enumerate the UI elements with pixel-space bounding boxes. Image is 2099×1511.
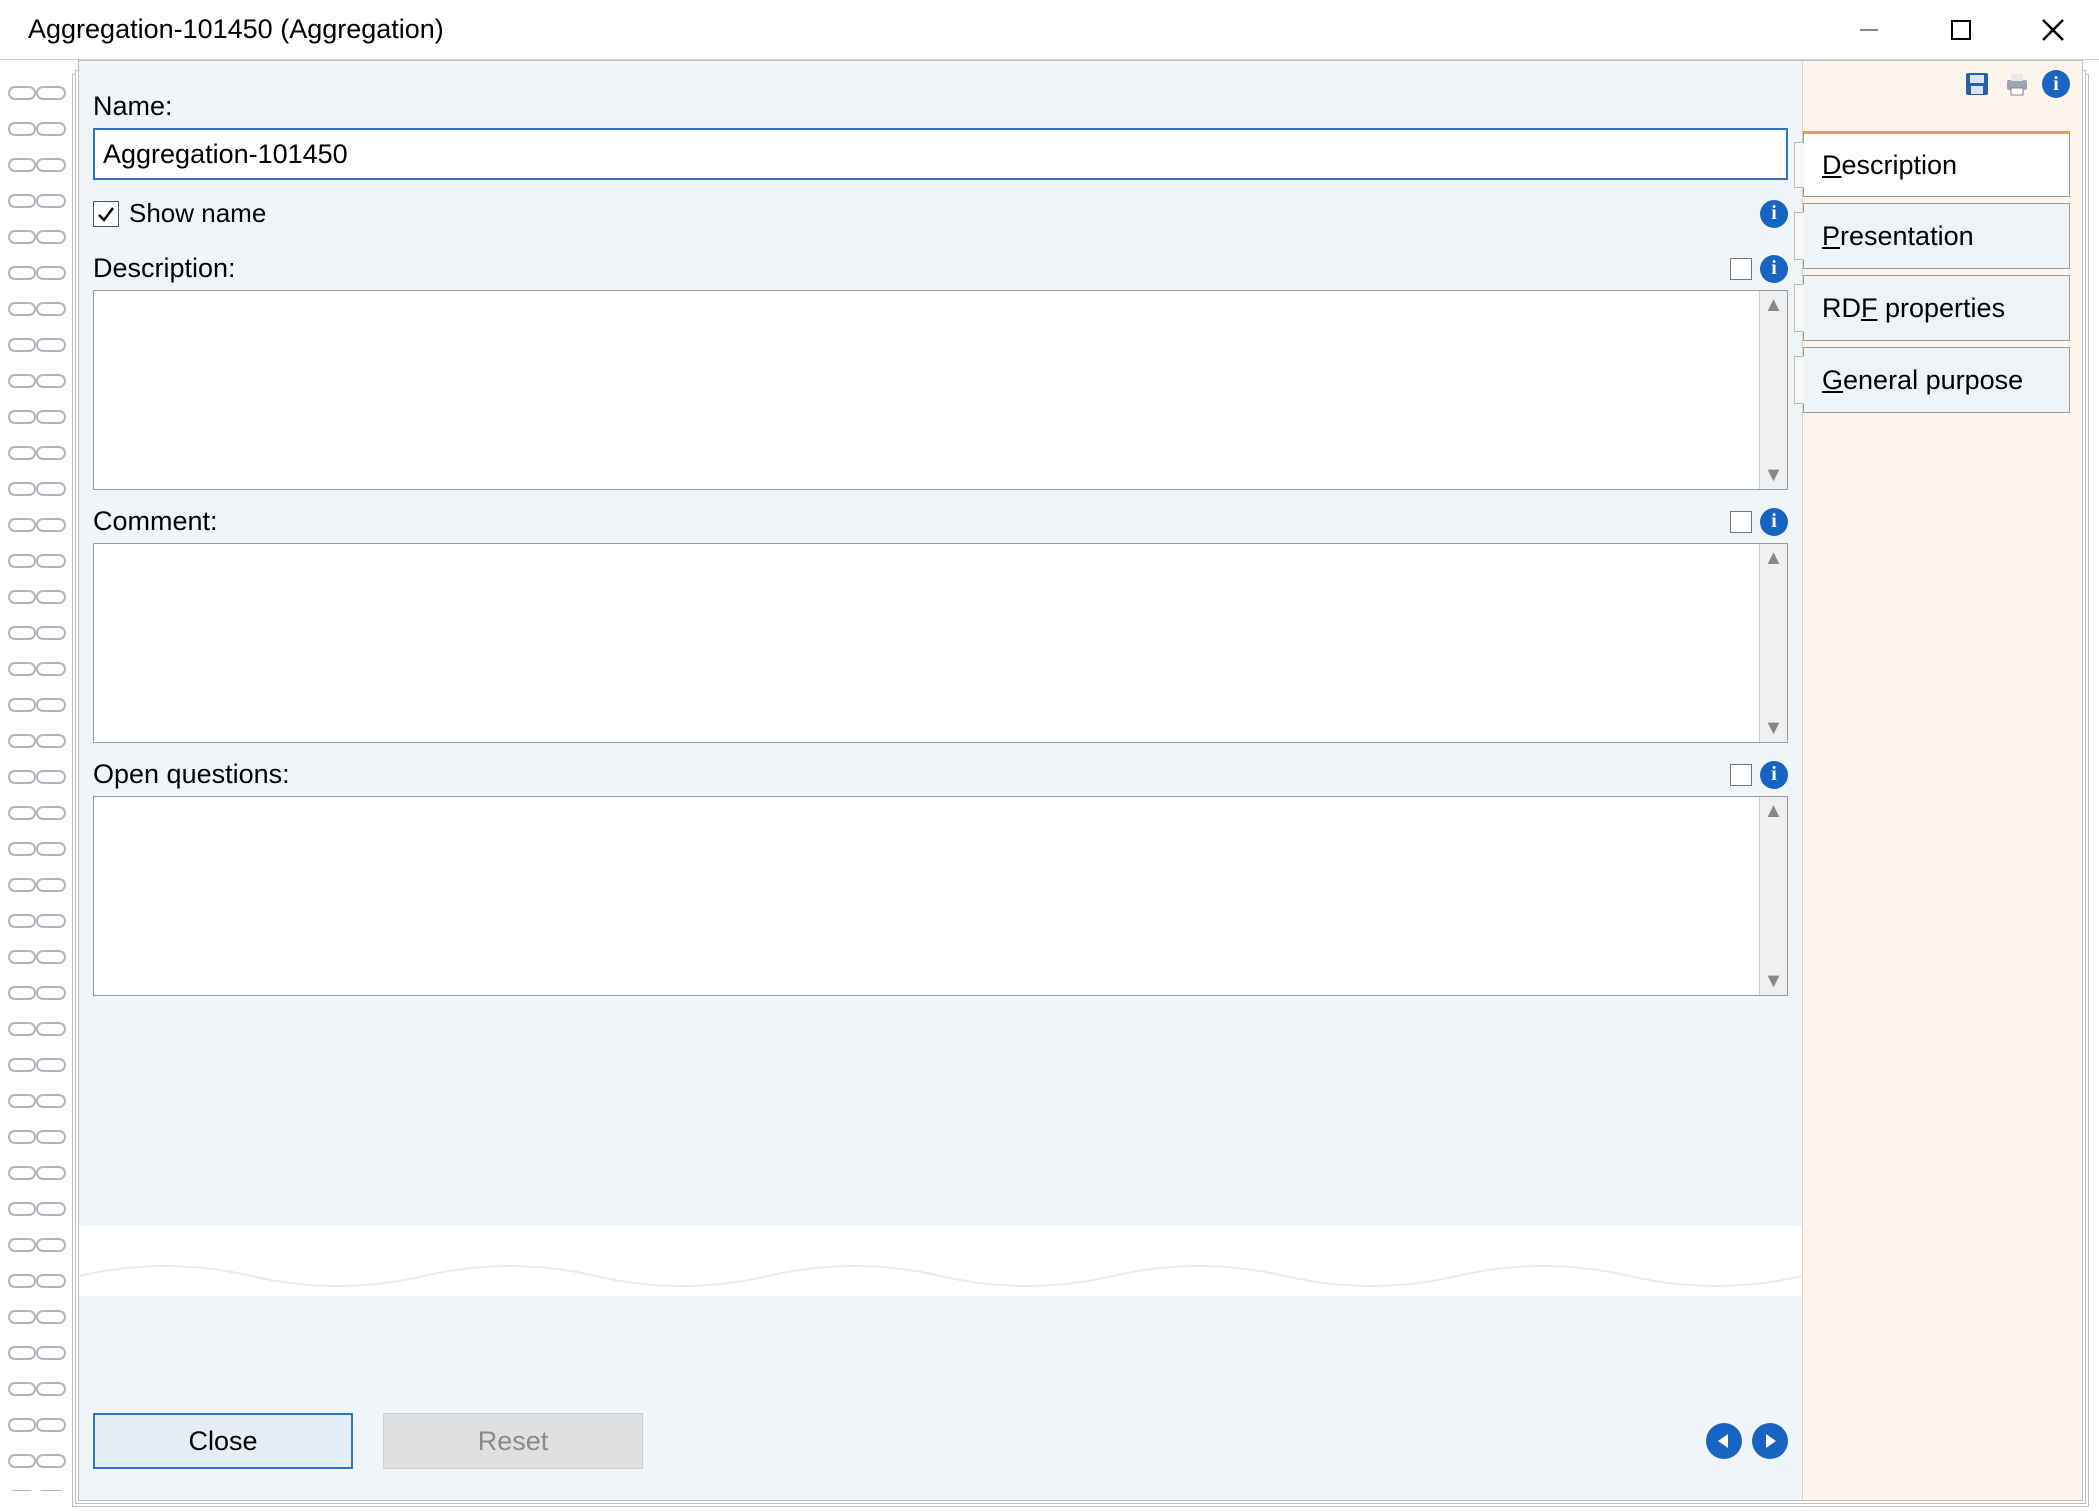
comment-field: Comment: i ▲ ▼ [93, 506, 1788, 743]
footer: Close Reset [93, 1406, 1788, 1476]
notebook-page: Name: Aggregation-101450 Show name i [78, 60, 2083, 1501]
open-questions-label: Open questions: [93, 759, 290, 790]
description-scrollbar[interactable]: ▲ ▼ [1759, 291, 1787, 489]
next-button[interactable] [1752, 1423, 1788, 1459]
title-bar: Aggregation-101450 (Aggregation) [0, 0, 2099, 60]
content-area: Name: Aggregation-101450 Show name i [0, 60, 2099, 1511]
tab-presentation[interactable]: Presentation [1803, 203, 2070, 269]
prev-icon [1715, 1432, 1733, 1450]
description-field: Description: i ▲ ▼ [93, 253, 1788, 490]
name-field: Name: Aggregation-101450 [93, 91, 1788, 180]
form-area: Name: Aggregation-101450 Show name i [79, 61, 1802, 1500]
open-questions-info-icon[interactable]: i [1760, 761, 1788, 789]
print-icon[interactable] [2002, 69, 2032, 99]
comment-textarea-wrap: ▲ ▼ [93, 543, 1788, 743]
show-name-label: Show name [129, 198, 266, 229]
description-toggle[interactable] [1730, 258, 1752, 280]
description-textarea-wrap: ▲ ▼ [93, 290, 1788, 490]
name-input-value: Aggregation-101450 [103, 139, 348, 170]
scroll-down-icon[interactable]: ▼ [1764, 714, 1784, 742]
window-controls [1823, 0, 2099, 59]
description-info-icon[interactable]: i [1760, 255, 1788, 283]
maximize-button[interactable] [1915, 0, 2007, 59]
scroll-down-icon[interactable]: ▼ [1764, 967, 1784, 995]
name-label: Name: [93, 91, 173, 122]
scroll-up-icon[interactable]: ▲ [1764, 291, 1784, 319]
comment-scrollbar[interactable]: ▲ ▼ [1759, 544, 1787, 742]
description-textarea[interactable] [94, 291, 1787, 489]
nav-arrows [1706, 1423, 1788, 1459]
page-tear [79, 1226, 1802, 1296]
notebook-spiral [6, 80, 70, 1491]
tab-general-purpose[interactable]: General purpose [1803, 347, 2070, 413]
window-title: Aggregation-101450 (Aggregation) [28, 14, 444, 45]
open-questions-scrollbar[interactable]: ▲ ▼ [1759, 797, 1787, 995]
save-icon[interactable] [1962, 69, 1992, 99]
prev-button[interactable] [1706, 1423, 1742, 1459]
scroll-up-icon[interactable]: ▲ [1764, 544, 1784, 572]
tab-rdf-properties[interactable]: RDF properties [1803, 275, 2070, 341]
scroll-up-icon[interactable]: ▲ [1764, 797, 1784, 825]
side-toolbar: i [1962, 69, 2070, 99]
open-questions-textarea-wrap: ▲ ▼ [93, 796, 1788, 996]
description-label: Description: [93, 253, 236, 284]
reset-button: Reset [383, 1413, 643, 1469]
close-button[interactable]: Close [93, 1413, 353, 1469]
tab-description[interactable]: Description [1803, 131, 2070, 197]
show-name-info-icon[interactable]: i [1760, 200, 1788, 228]
side-tabs: Description Presentation RDF properties … [1803, 131, 2070, 419]
open-questions-textarea[interactable] [94, 797, 1787, 995]
minimize-button[interactable] [1823, 0, 1915, 59]
open-questions-field: Open questions: i ▲ ▼ [93, 759, 1788, 996]
comment-toggle[interactable] [1730, 511, 1752, 533]
comment-textarea[interactable] [94, 544, 1787, 742]
comment-label: Comment: [93, 506, 218, 537]
show-name-row: Show name i [93, 198, 1788, 229]
show-name-checkbox[interactable] [93, 201, 119, 227]
close-window-button[interactable] [2007, 0, 2099, 59]
comment-info-icon[interactable]: i [1760, 508, 1788, 536]
side-info-icon[interactable]: i [2042, 70, 2070, 98]
next-icon [1761, 1432, 1779, 1450]
open-questions-toggle[interactable] [1730, 764, 1752, 786]
scroll-down-icon[interactable]: ▼ [1764, 461, 1784, 489]
side-panel: i Description Presentation RDF propertie… [1802, 61, 2082, 1500]
